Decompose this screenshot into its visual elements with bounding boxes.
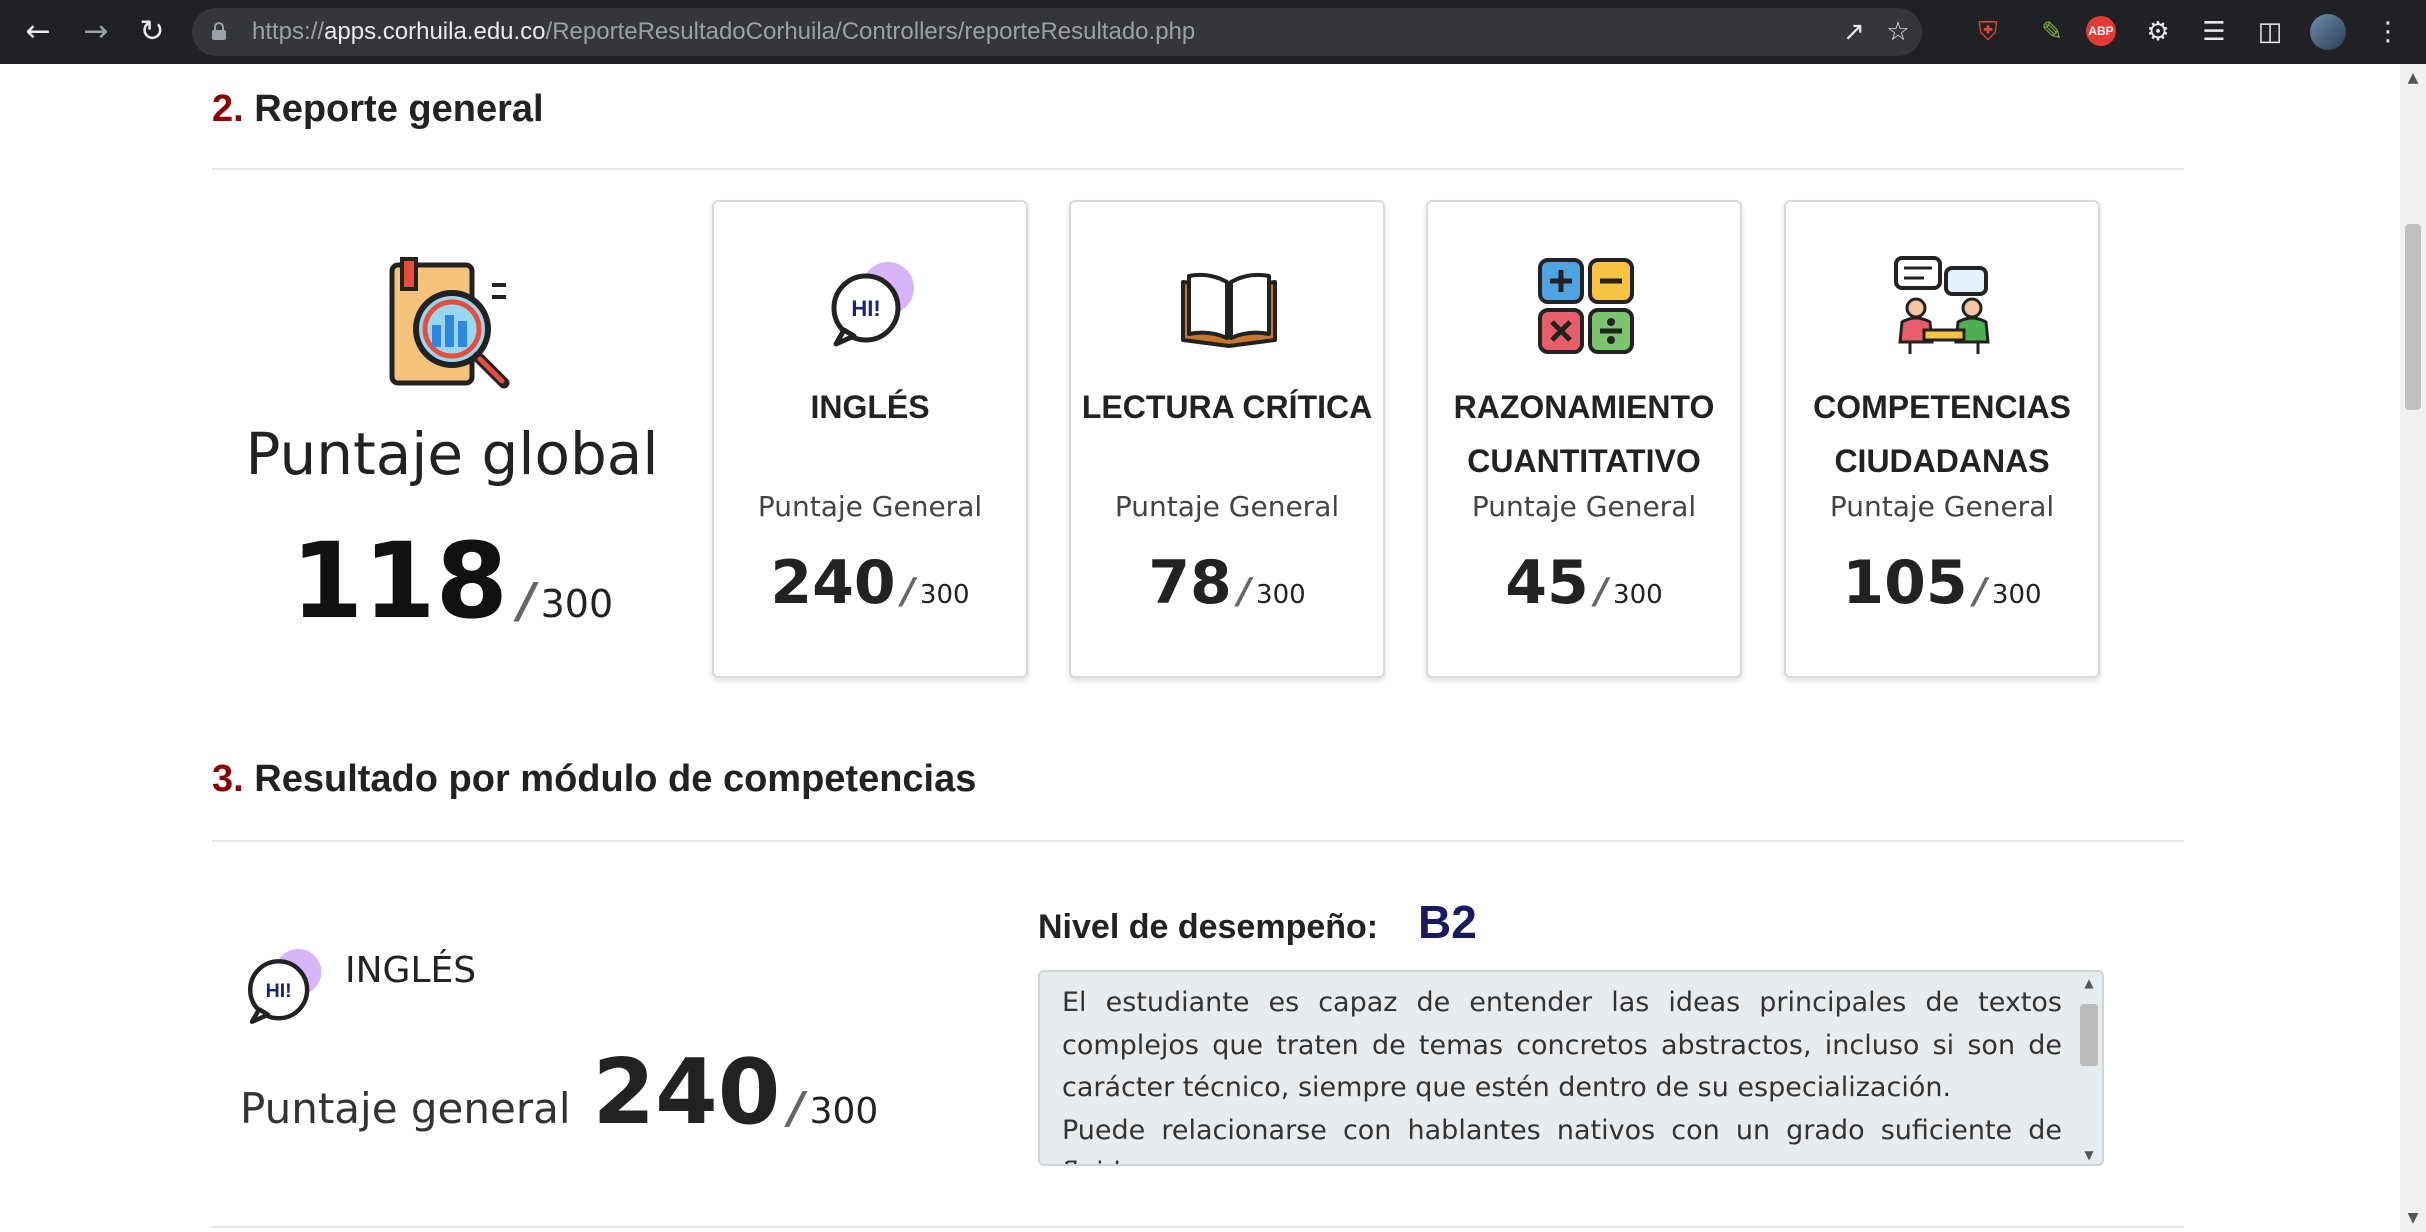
description-scroll-thumb[interactable] <box>2080 1004 2098 1066</box>
section-3-text: Resultado por módulo de competencias <box>254 758 977 800</box>
lock-icon[interactable] <box>212 22 226 40</box>
description-scrollbar[interactable]: ▲ ▼ <box>2076 972 2102 1164</box>
module-score-label: Puntaje general <box>240 1084 571 1133</box>
reload-icon[interactable]: ↻ <box>132 12 172 52</box>
card-razonamiento-title: RAZONAMIENTO CUANTITATIVO <box>1428 380 1740 488</box>
open-book-icon <box>1181 272 1277 348</box>
score-slash: / <box>788 1083 805 1134</box>
card-lectura-subtitle: Puntaje General <box>1114 490 1340 523</box>
global-score-max: 300 <box>540 582 614 626</box>
bottom-divider <box>212 1226 2184 1228</box>
nivel-desempeno-label: Nivel de desempeño: <box>1038 908 1379 946</box>
section-3-number: 3. <box>212 758 244 800</box>
card-competencias-score-number: 105 <box>1842 548 1968 618</box>
card-competencias-title-line1: COMPETENCIAS <box>1813 389 2071 425</box>
calculator-symbols-icon <box>1538 258 1634 354</box>
card-razonamiento-title-line1: RAZONAMIENTO <box>1453 389 1715 425</box>
description-paragraph: Puede relacionarse con hablantes nativos… <box>1062 1114 2062 1165</box>
card-lectura-score-max: 300 <box>1256 580 1306 610</box>
section-3-divider <box>212 840 2184 842</box>
nivel-description-textarea[interactable]: El estudiante es capaz de entender las i… <box>1038 970 2104 1166</box>
card-competencias-title: COMPETENCIAS CIUDADANAS <box>1786 380 2098 488</box>
nivel-desempeno-value: B2 <box>1418 896 1477 948</box>
pen-extension-icon[interactable]: ✎ <box>2034 14 2070 50</box>
url-path: /ReporteResultadoCorhuila/Controllers/re… <box>545 18 1196 45</box>
card-competencias-title-line2: CIUDADANAS <box>1834 443 2050 479</box>
url-text[interactable]: https://apps.corhuila.edu.co/ReporteResu… <box>252 8 1195 56</box>
hi-speech-bubble-icon: HI! <box>248 948 322 1024</box>
scroll-down-icon[interactable]: ▼ <box>2400 1208 2426 1228</box>
card-ingles-score: 240/ 300 <box>714 548 1026 618</box>
card-lectura-title: LECTURA CRÍTICA <box>1081 389 1373 425</box>
card-lectura-critica: LECTURA CRÍTICA Puntaje General 78/ 300 <box>1069 200 1385 678</box>
forward-arrow-icon[interactable]: → <box>76 12 116 52</box>
global-score-number: 118 <box>290 520 508 642</box>
puzzle-extensions-icon[interactable]: ⚙ <box>2140 14 2176 50</box>
card-ingles: HI! INGLÉS Puntaje General 240/ 300 <box>712 200 1028 678</box>
description-paragraph: El estudiante es capaz de entender las i… <box>1062 987 2062 1103</box>
module-name: INGLÉS <box>345 950 477 991</box>
url-host: apps.corhuila.edu.co <box>324 18 546 45</box>
page-scrollbar[interactable]: ▲ ▼ <box>2400 64 2426 1232</box>
global-score-label: Puntaje global <box>245 420 659 488</box>
report-magnifier-icon <box>389 257 510 389</box>
profile-avatar[interactable] <box>2310 14 2346 50</box>
back-arrow-icon[interactable]: ← <box>18 12 58 52</box>
description-scroll-down-icon[interactable]: ▼ <box>2076 1148 2102 1162</box>
card-lectura-score-number: 78 <box>1148 548 1232 618</box>
brave-shield-icon[interactable]: ⛨ <box>1970 14 2006 50</box>
module-score-max: 300 <box>809 1091 879 1132</box>
svg-text:HI!: HI! <box>266 980 292 1002</box>
people-meeting-icon <box>1894 256 1990 354</box>
card-razonamiento-score-number: 45 <box>1505 548 1589 618</box>
card-razonamiento-score: 45/ 300 <box>1428 548 1740 618</box>
section-2-title: 2. Reporte general <box>212 88 544 131</box>
card-razonamiento-score-max: 300 <box>1613 580 1663 610</box>
card-competencias-score-max: 300 <box>1991 580 2042 610</box>
share-icon[interactable]: ↗ <box>1838 16 1870 48</box>
card-competencias-ciudadanas: COMPETENCIAS CIUDADANAS Puntaje General 1… <box>1784 200 2100 678</box>
menu-kebab-icon[interactable]: ⋮ <box>2370 14 2406 50</box>
scroll-thumb[interactable] <box>2405 224 2421 410</box>
card-razonamiento-title-line2: CUANTITATIVO <box>1467 443 1701 479</box>
hi-speech-bubble-icon: HI! <box>831 262 914 347</box>
reading-list-icon[interactable]: ☰ <box>2196 14 2232 50</box>
score-slash: / <box>517 573 536 629</box>
card-ingles-score-number: 240 <box>770 548 896 618</box>
card-ingles-subtitle: Puntaje General <box>757 490 983 523</box>
description-scroll-up-icon[interactable]: ▲ <box>2076 976 2102 990</box>
module-score: Puntaje general 240/ 300 <box>240 1040 878 1145</box>
global-score-value: 118/ 300 <box>212 520 692 642</box>
card-competencias-score: 105/ 300 <box>1786 548 2098 618</box>
card-ingles-title: INGLÉS <box>810 389 930 425</box>
score-slash: / <box>901 571 915 612</box>
svg-text:HI!: HI! <box>851 296 880 321</box>
card-competencias-subtitle: Puntaje General <box>1829 490 2055 523</box>
url-scheme: https:// <box>252 18 325 45</box>
module-score-number: 240 <box>592 1040 781 1145</box>
section-2-divider <box>212 168 2184 170</box>
card-lectura-score: 78/ 300 <box>1071 548 1383 618</box>
bookmark-star-icon[interactable]: ☆ <box>1882 16 1914 48</box>
section-3-title: 3. Resultado por módulo de competencias <box>212 758 976 801</box>
scroll-up-icon[interactable]: ▲ <box>2400 68 2426 88</box>
section-2-text: Reporte general <box>254 88 544 130</box>
card-razonamiento-subtitle: Puntaje General <box>1471 490 1697 523</box>
card-ingles-score-max: 300 <box>919 580 970 610</box>
address-bar[interactable]: https://apps.corhuila.edu.co/ReporteResu… <box>192 8 1922 56</box>
score-slash: / <box>1237 571 1251 612</box>
section-2-number: 2. <box>212 88 244 130</box>
browser-toolbar: ← → ↻ https://apps.corhuila.edu.co/Repor… <box>0 0 2426 64</box>
nivel-description-text: El estudiante es capaz de entender las i… <box>1062 982 2062 1165</box>
side-panel-icon[interactable]: ◫ <box>2252 14 2288 50</box>
card-razonamiento-cuantitativo: RAZONAMIENTO CUANTITATIVO Puntaje General… <box>1426 200 1742 678</box>
score-slash: / <box>1594 571 1608 612</box>
adblock-plus-icon[interactable]: ABP <box>2086 16 2116 46</box>
score-slash: / <box>1973 571 1987 612</box>
